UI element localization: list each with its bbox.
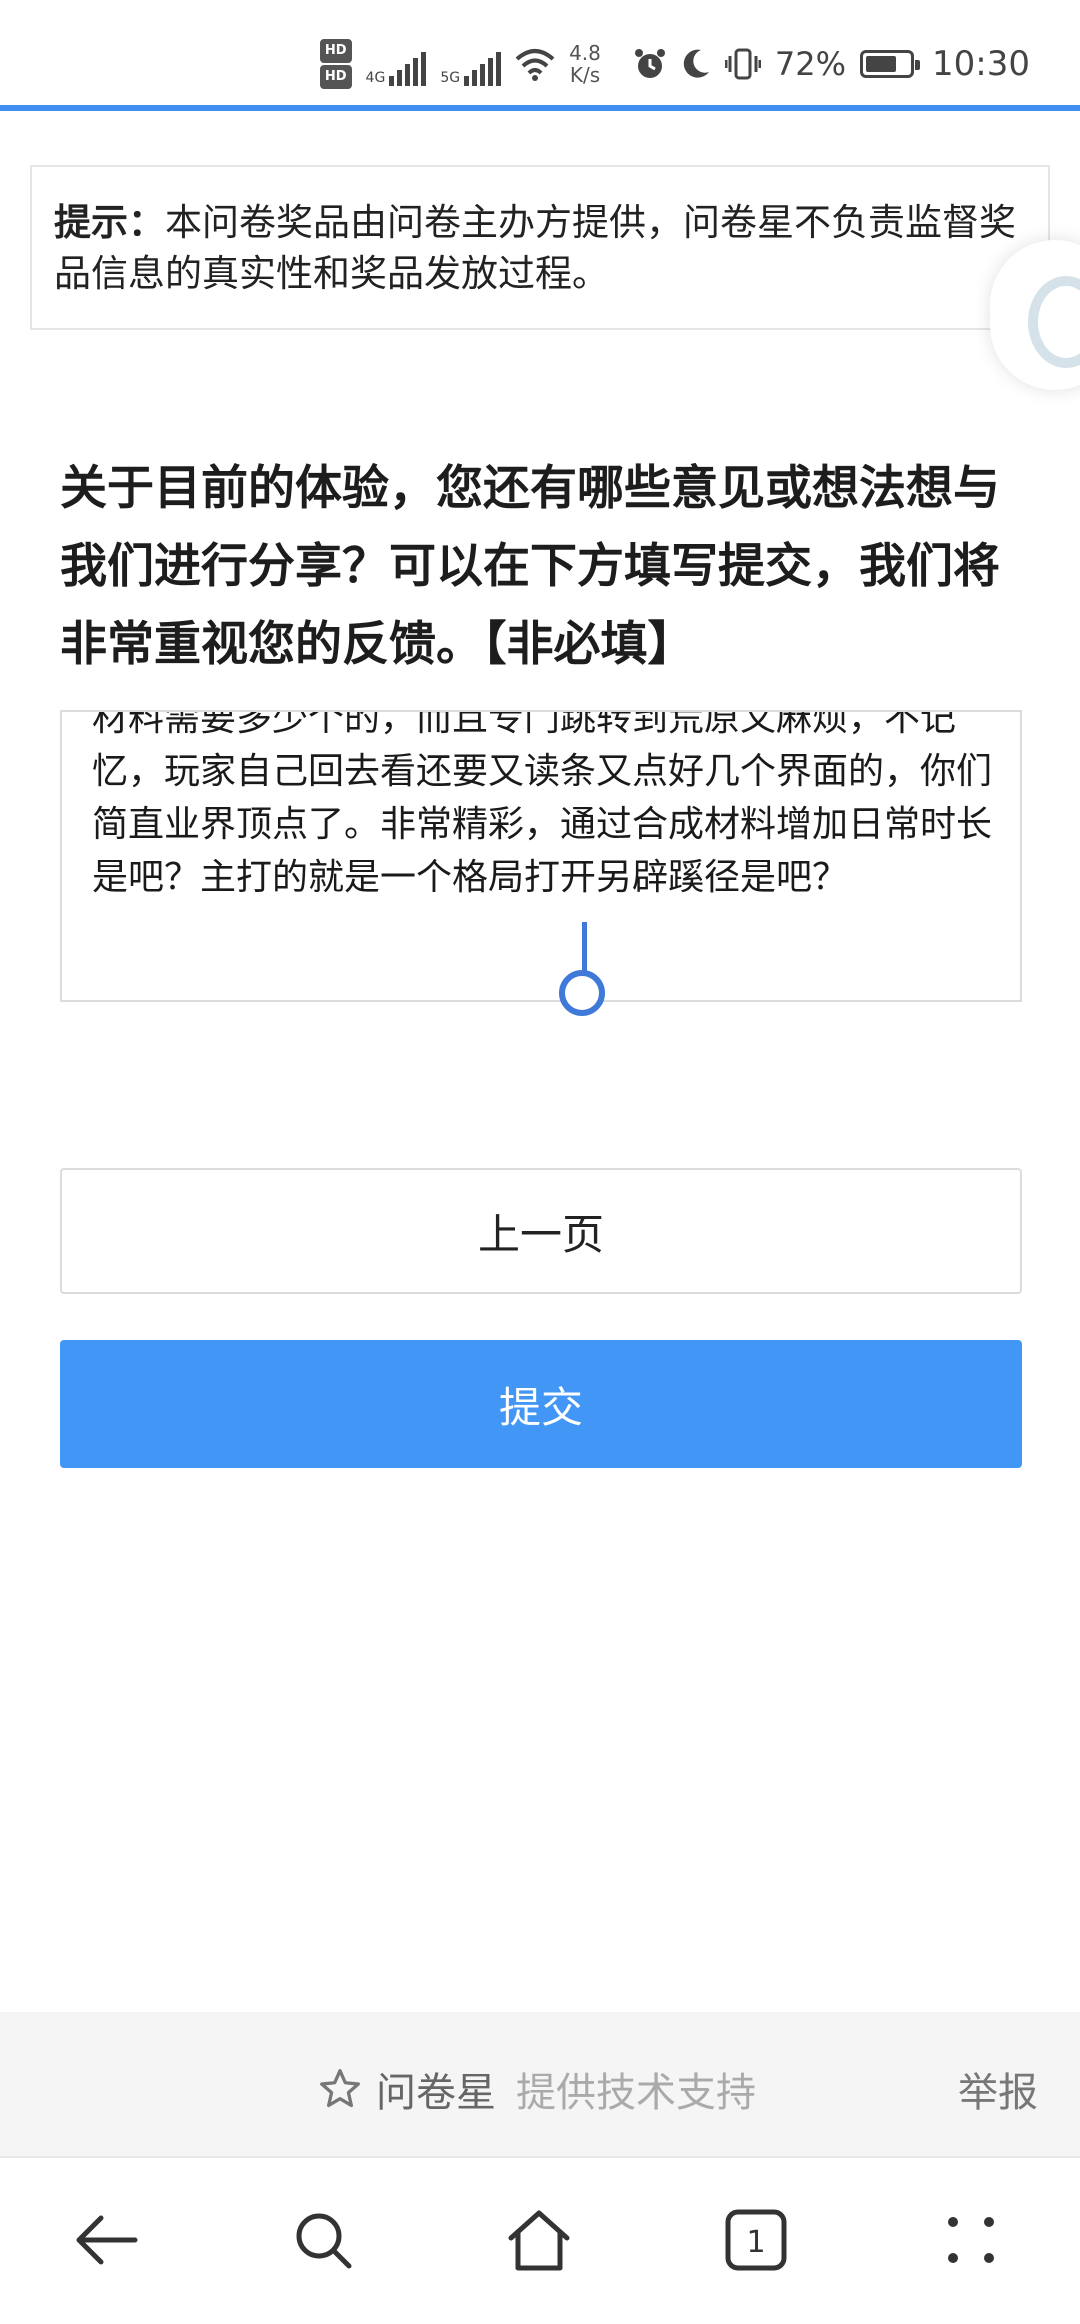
menu-button[interactable] (931, 2200, 1011, 2280)
speed-unit: K/s (569, 63, 601, 87)
battery-percent: 72% (774, 45, 847, 83)
tab-count: 1 (746, 2225, 765, 2260)
brand-name: 问卷星 (376, 2070, 496, 2116)
search-icon (296, 2213, 352, 2269)
network-type-2: 5G (440, 70, 461, 86)
browser-bottom-nav: 1 (0, 2160, 1080, 2324)
cursor-handle[interactable] (559, 970, 605, 1016)
vibrate-icon (724, 48, 761, 80)
clock: 10:30 (932, 44, 1030, 84)
signal-bars-icon (464, 52, 502, 86)
hint-text: 本问卷奖品由问卷主办方提供，问卷星不负责监督奖品信息的真实性和奖品发放过程。 (54, 201, 1016, 295)
prize-hint: 提示：本问卷奖品由问卷主办方提供，问卷星不负责监督奖品信息的真实性和奖品发放过程… (30, 165, 1050, 330)
network-type-1: 4G (365, 70, 386, 86)
search-button[interactable] (283, 2200, 363, 2280)
moon-icon (683, 49, 709, 78)
back-button[interactable] (67, 2200, 147, 2280)
feedback-textarea[interactable]: 材料需要多少个的，而且专门跳转到荒原又麻烦，不记忆，玩家自己回去看还要又读条又点… (60, 710, 1022, 1002)
hd2-badge: HD (319, 65, 352, 89)
status-bar: HD HD 4G 5G 4.8 K/s 72% 10:30 (0, 0, 1080, 106)
network-speed: 4.8 K/s (569, 42, 601, 86)
hint-label: 提示： (54, 201, 165, 244)
signal-bars-icon (389, 52, 427, 86)
signal-sim2: 5G (440, 42, 502, 86)
brand-support: 提供技术支持 (516, 2070, 756, 2116)
footer-brand[interactable]: 问卷星 提供技术支持 (318, 2060, 756, 2118)
question-title: 关于目前的体验，您还有哪些意见或想法想与我们进行分享？可以在下方填写提交，我们将… (60, 461, 1000, 672)
submit-button[interactable]: 提交 (60, 1340, 1022, 1468)
hd1-badge: HD (319, 39, 352, 63)
home-icon (508, 2210, 570, 2271)
signal-sim1: 4G (366, 42, 427, 86)
page-load-progress (0, 105, 1080, 111)
wifi-icon (515, 49, 555, 81)
status-icons: HD HD 4G 5G 4.8 K/s 72% 10:30 (319, 28, 1030, 100)
report-link[interactable]: 举报 (958, 2060, 1038, 2118)
star-icon (320, 2069, 360, 2108)
tabs-button[interactable]: 1 (716, 2200, 796, 2280)
prev-page-button[interactable]: 上一页 (60, 1168, 1022, 1294)
alarm-icon (634, 49, 665, 78)
back-arrow-icon (76, 2215, 138, 2265)
grid-dots-icon (948, 2217, 994, 2263)
battery-icon (860, 50, 921, 78)
home-button[interactable] (499, 2200, 579, 2280)
footer: 问卷星 提供技术支持 举报 (0, 2012, 1080, 2158)
tabs-icon: 1 (725, 2209, 787, 2271)
feedback-text[interactable]: 材料需要多少个的，而且专门跳转到荒原又麻烦，不记忆，玩家自己回去看还要又读条又点… (92, 712, 1002, 904)
speed-value: 4.8 (569, 41, 601, 65)
hd-indicator: HD HD (319, 38, 352, 90)
